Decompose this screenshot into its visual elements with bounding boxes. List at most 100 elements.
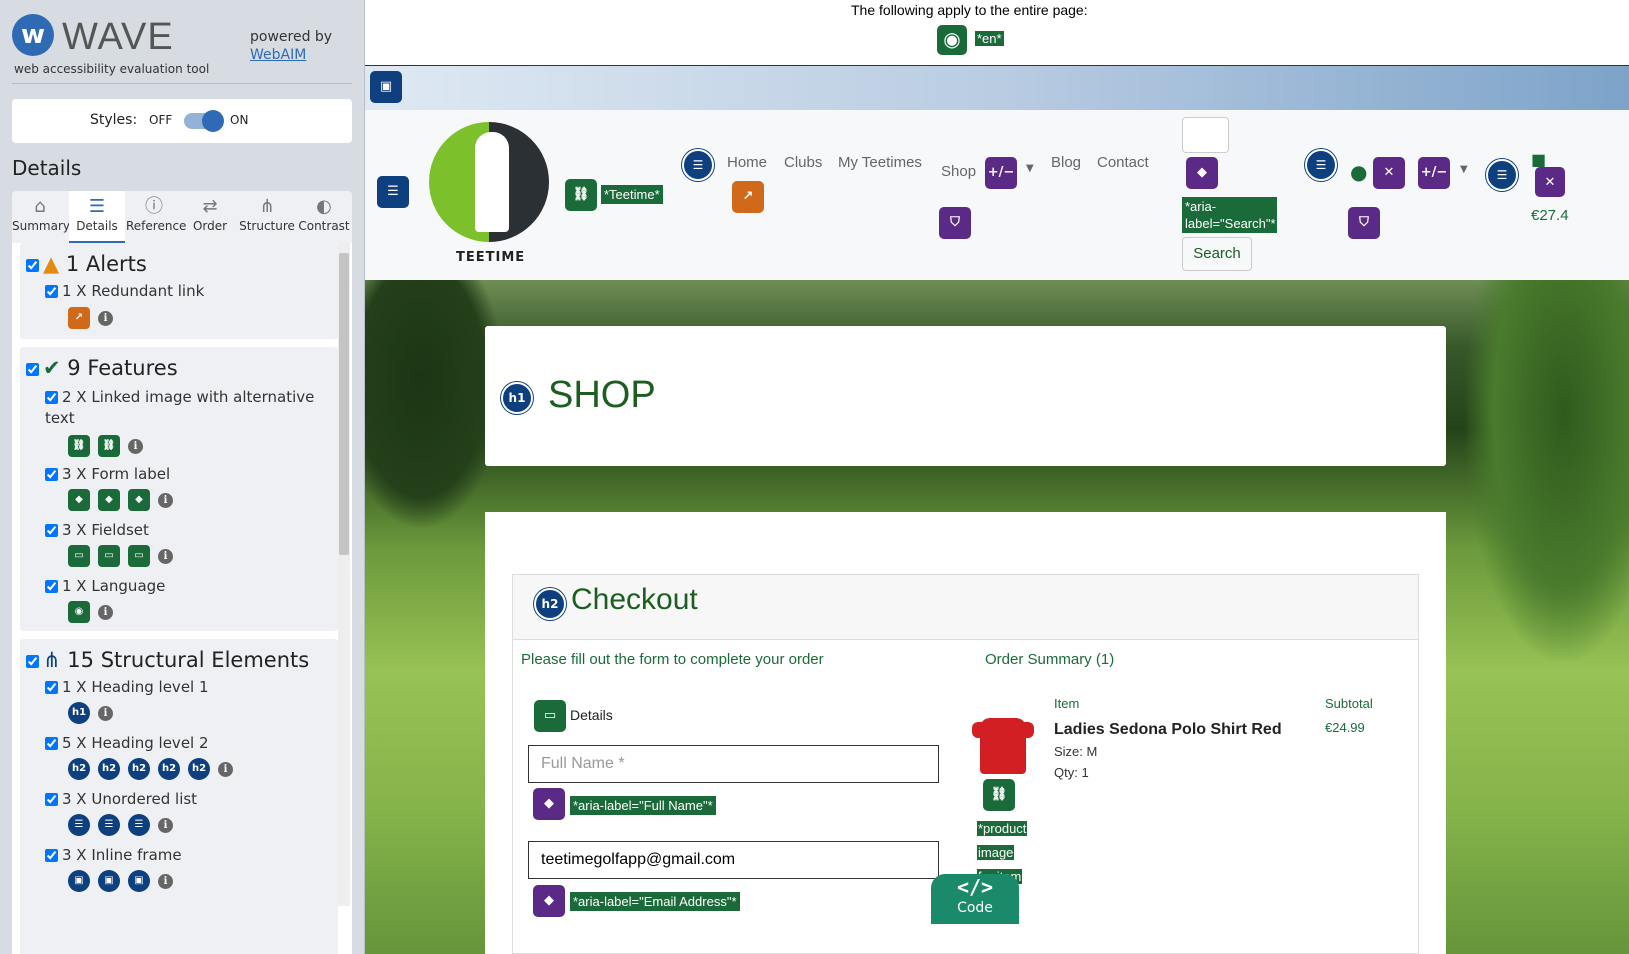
dropdown-caret-icon[interactable]: ▼ (1460, 164, 1468, 175)
styles-toggle[interactable] (184, 110, 224, 132)
tag-icon[interactable]: ◆ (128, 489, 150, 511)
linked-image-icon[interactable]: ⛓ (983, 779, 1015, 811)
structure-item-checkbox[interactable] (45, 681, 58, 694)
error-icon[interactable]: ✕ (1535, 167, 1565, 197)
nav-home[interactable]: Home (727, 154, 767, 171)
tab-reference[interactable]: ⓘ Reference (126, 191, 186, 243)
unordered-list-icon[interactable]: ☰ (68, 814, 90, 836)
email-input[interactable]: teetimegolfapp@gmail.com (528, 841, 939, 879)
tag-icon[interactable]: ◆ (1186, 157, 1218, 189)
aria-icon[interactable]: ⛉ (1348, 207, 1380, 239)
panel-scrollbar[interactable] (338, 243, 350, 906)
fieldset-icon[interactable]: ▭ (98, 545, 120, 567)
iframe-icon[interactable]: ▣ (98, 870, 120, 892)
wave-header: w WAVE web accessibility evaluation tool… (12, 14, 352, 84)
iframe-icon[interactable]: ▣ (68, 870, 90, 892)
info-icon[interactable]: i (98, 705, 113, 721)
structure-item-label: 1 X Heading level 1 (62, 678, 209, 696)
tab-summary[interactable]: ⌂ Summary (12, 191, 70, 243)
globe-icon[interactable]: ◉ (68, 601, 90, 623)
heading-2-icon[interactable]: h2 (188, 758, 210, 780)
aria-expanded-icon[interactable]: +/− (1418, 157, 1450, 189)
linked-image-icon[interactable]: ⛓ (68, 435, 90, 457)
h2-icons: h2 h2 h2 h2 h2 i (68, 758, 233, 782)
info-icon[interactable]: i (98, 604, 113, 620)
unordered-list-icon[interactable]: ☰ (128, 814, 150, 836)
dropdown-caret-icon[interactable]: ▼ (1026, 163, 1034, 174)
info-icon[interactable]: i (158, 817, 173, 833)
redundant-link-icon[interactable]: ↗ (732, 181, 764, 213)
feature-checkbox[interactable] (45, 468, 58, 481)
features-heading: ✔ 9 Features (26, 356, 178, 380)
structure-checkbox[interactable] (26, 654, 39, 668)
linked-image-icon[interactable]: ⛓ (565, 179, 597, 211)
webaim-link[interactable]: WebAIM (250, 47, 306, 63)
tag-icon[interactable]: ◆ (68, 489, 90, 511)
tab-details[interactable]: ☰ Details (69, 191, 125, 243)
h1-icons: h1 i (68, 702, 113, 726)
scrollbar-thumb[interactable] (339, 253, 349, 555)
structure-item-checkbox[interactable] (45, 793, 58, 806)
info-icon[interactable]: i (218, 761, 233, 777)
features-checkbox[interactable] (26, 362, 39, 376)
fieldset-icon[interactable]: ▭ (68, 545, 90, 567)
heading-2-icon[interactable]: h2 (68, 758, 90, 780)
unordered-list-icon[interactable]: ☰ (682, 149, 714, 181)
tab-order[interactable]: ⇄ Order (184, 191, 236, 243)
unordered-list-icon[interactable]: ☰ (1486, 159, 1518, 191)
info-icon: ⓘ (145, 196, 163, 217)
lang-tag: *en* (975, 31, 1004, 46)
iframe-icon[interactable]: ▣ (128, 870, 150, 892)
info-icon[interactable]: i (158, 873, 173, 889)
nav-shop[interactable]: Shop (941, 163, 976, 180)
teetime-logo[interactable] (429, 122, 549, 242)
unordered-list-icon[interactable]: ☰ (377, 176, 409, 208)
linked-image-icon[interactable]: ⛓ (98, 435, 120, 457)
error-icon[interactable]: ✕ (1373, 157, 1405, 189)
nav-clubs[interactable]: Clubs (784, 154, 822, 171)
tag-icon[interactable]: ◆ (533, 788, 565, 820)
structure-item-checkbox[interactable] (45, 849, 58, 862)
user-icon[interactable]: ● (1350, 160, 1367, 184)
heading-2-icon[interactable]: h2 (534, 588, 566, 620)
alert-item-checkbox[interactable] (45, 285, 58, 298)
search-button[interactable]: Search (1182, 237, 1252, 271)
tab-structure[interactable]: ⋔ Structure (238, 191, 296, 243)
fieldset-icon[interactable]: ▭ (128, 545, 150, 567)
tag-icon[interactable]: ◆ (533, 885, 565, 917)
info-icon[interactable]: i (158, 492, 173, 508)
info-icon[interactable]: i (128, 438, 143, 454)
code-button-label: Code (957, 900, 993, 916)
code-button[interactable]: </> Code (931, 874, 1019, 924)
nav-blog[interactable]: Blog (1051, 154, 1081, 171)
unordered-list-icon[interactable]: ☰ (1305, 149, 1337, 181)
tab-contrast[interactable]: ◐ Contrast (296, 191, 352, 243)
feature-checkbox[interactable] (45, 580, 58, 593)
unordered-list-icon[interactable]: ☰ (98, 814, 120, 836)
item-name: Ladies Sedona Polo Shirt Red (1054, 721, 1282, 738)
structure-item-checkbox[interactable] (45, 737, 58, 750)
feature-item: 2 X Linked image with alternative text (45, 387, 315, 429)
iframe-icon[interactable]: ▣ (370, 71, 402, 103)
heading-1-icon[interactable]: h1 (501, 382, 533, 414)
redundant-link-icon[interactable]: ↗ (68, 307, 90, 329)
heading-2-icon[interactable]: h2 (128, 758, 150, 780)
globe-icon[interactable]: ◉ (937, 25, 967, 55)
alerts-checkbox[interactable] (26, 258, 39, 272)
fieldset-icon[interactable]: ▭ (534, 700, 566, 732)
tag-icon[interactable]: ◆ (98, 489, 120, 511)
nav-my-teetimes[interactable]: My Teetimes (838, 154, 922, 171)
aria-icon[interactable]: ⛉ (939, 207, 971, 239)
search-input[interactable] (1182, 117, 1229, 153)
nav-contact[interactable]: Contact (1097, 154, 1149, 171)
info-icon[interactable]: i (98, 310, 113, 326)
full-name-input[interactable]: Full Name * (528, 745, 939, 783)
heading-1-icon[interactable]: h1 (68, 702, 90, 724)
feature-checkbox[interactable] (45, 524, 58, 537)
aria-expanded-icon[interactable]: +/− (985, 157, 1017, 189)
info-icon[interactable]: i (158, 548, 173, 564)
heading-2-icon[interactable]: h2 (98, 758, 120, 780)
feature-checkbox[interactable] (45, 391, 58, 404)
heading-2-icon[interactable]: h2 (158, 758, 180, 780)
alerts-heading: ▲ 1 Alerts (26, 252, 147, 276)
